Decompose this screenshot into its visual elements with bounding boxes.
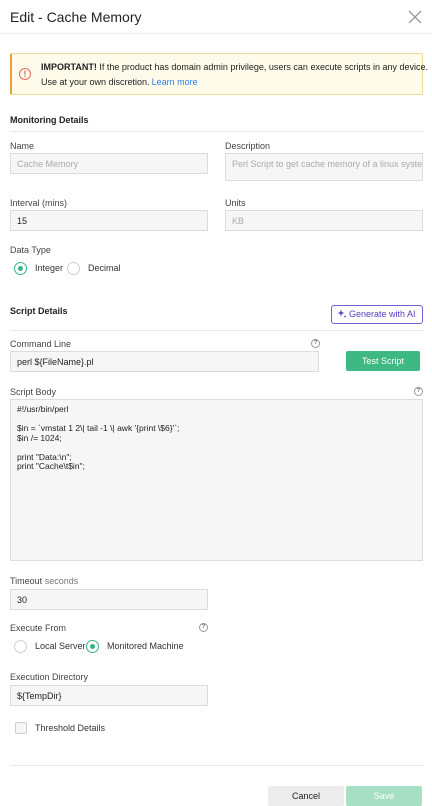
timeout-label: Timeout seconds — [10, 576, 79, 586]
help-icon[interactable]: ? — [414, 387, 423, 396]
threshold-details-label: Threshold Details — [35, 723, 106, 733]
monitored-machine-radio[interactable] — [86, 640, 99, 653]
script-body-editor[interactable]: #!/usr/bin/perl $in = `vmstat 1 2\| tail… — [10, 399, 423, 561]
execute-from-label: Execute From — [10, 623, 67, 633]
monitored-machine-radio-label: Monitored Machine — [107, 641, 184, 651]
test-script-button[interactable]: Test Script — [346, 351, 420, 371]
code-line: #!/usr/bin/perl — [17, 404, 69, 414]
threshold-details-checkbox[interactable] — [15, 722, 27, 734]
monitoring-details-heading: Monitoring Details — [10, 115, 89, 125]
alert-circle-icon: ! — [19, 68, 31, 80]
generate-with-ai-button[interactable]: Generate with AI — [331, 305, 423, 324]
local-server-radio[interactable] — [14, 640, 27, 653]
dialog-header: Edit - Cache Memory — [0, 0, 432, 34]
decimal-radio[interactable] — [67, 262, 80, 275]
integer-radio[interactable] — [14, 262, 27, 275]
execution-directory-field[interactable]: ${TempDir} — [10, 685, 208, 706]
units-field[interactable]: KB — [225, 210, 423, 231]
code-line: $in /= 1024; — [17, 432, 62, 443]
divider — [10, 330, 423, 331]
data-type-label: Data Type — [10, 245, 51, 255]
timeout-field[interactable]: 30 — [10, 589, 208, 610]
script-body-label: Script Body — [10, 387, 57, 397]
integer-radio-label: Integer — [35, 263, 64, 273]
warning-line-1: IMPORTANT! If the product has domain adm… — [41, 62, 428, 72]
warning-banner: ! IMPORTANT! If the product has domain a… — [10, 53, 428, 95]
local-server-radio-label: Local Server — [35, 641, 86, 651]
generate-with-ai-label: Generate with AI — [349, 309, 416, 319]
help-icon[interactable]: ? — [199, 623, 208, 632]
script-details-heading: Script Details — [10, 306, 68, 316]
learn-more-link[interactable]: Learn more — [152, 77, 198, 87]
cancel-button[interactable]: Cancel — [268, 786, 344, 806]
interval-label: Interval (mins) — [10, 198, 68, 208]
code-line: print "Cache\t$in"; — [17, 461, 85, 471]
sparkle-icon — [337, 309, 347, 318]
execution-directory-label: Execution Directory — [10, 672, 89, 682]
save-button[interactable]: Save — [346, 786, 422, 806]
units-label: Units — [225, 198, 246, 208]
description-label: Description — [225, 141, 271, 151]
help-icon[interactable]: ? — [311, 339, 320, 348]
divider — [10, 131, 423, 132]
footer-divider — [10, 765, 423, 766]
warning-line-2: Use at your own discretion. Learn more — [41, 77, 198, 87]
close-icon[interactable] — [408, 10, 422, 24]
interval-field[interactable]: 15 — [10, 210, 208, 231]
code-line: $in = `vmstat 1 2\| tail -1 \| awk '{pri… — [17, 423, 180, 433]
dialog-title: Edit - Cache Memory — [10, 9, 142, 25]
name-field[interactable]: Cache Memory — [10, 153, 208, 174]
decimal-radio-label: Decimal — [88, 263, 121, 273]
name-label: Name — [10, 141, 35, 151]
command-line-label: Command Line — [10, 339, 72, 349]
description-field[interactable]: Perl Script to get cache memory of a lin… — [225, 153, 423, 181]
timeout-unit: seconds — [44, 576, 79, 586]
command-line-field[interactable]: perl ${FileName}.pl — [10, 351, 319, 372]
